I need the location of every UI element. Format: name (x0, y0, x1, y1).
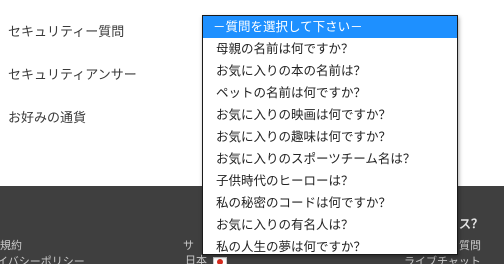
footer-link-faq[interactable]: 質問 (459, 237, 481, 253)
security-question-label: セキュリティー質問 (8, 25, 125, 40)
footer-link-privacy[interactable]: イバシーポリシー (0, 253, 85, 264)
footer-help-heading: ス？ (459, 217, 484, 231)
security-question-option[interactable]: お気に入りの本の名前は？ (203, 60, 457, 82)
footer-link-terms[interactable]: 規約 (0, 237, 22, 253)
security-question-dropdown-list[interactable]: －質問を選択して下さい－ 母親の名前は何ですか？ お気に入りの本の名前は？ ペッ… (202, 15, 458, 255)
security-answer-label: セキュリティアンサー (8, 68, 137, 83)
footer-link-support[interactable]: サ (183, 237, 194, 253)
japan-flag-icon (213, 257, 227, 264)
security-question-option[interactable]: 私の秘密のコードは何ですか？ (203, 192, 457, 214)
security-question-option[interactable]: お気に入りのスポーツチーム名は？ (203, 148, 457, 170)
security-question-option[interactable]: 母親の名前は何ですか？ (203, 38, 457, 60)
security-question-option[interactable]: お気に入りの趣味は何ですか？ (203, 126, 457, 148)
security-question-option[interactable]: お気に入りの有名人は？ (203, 214, 457, 236)
security-question-option[interactable]: －質問を選択して下さい－ (203, 16, 457, 38)
security-question-option[interactable]: 子供時代のヒーローは？ (203, 170, 457, 192)
security-question-option[interactable]: お気に入りの映画は何ですか？ (203, 104, 457, 126)
preferred-currency-label: お好みの通貨 (8, 111, 87, 126)
security-question-option[interactable]: ペットの名前は何ですか？ (203, 82, 457, 104)
security-question-option[interactable]: 私の人生の夢は何ですか？ (203, 236, 457, 254)
